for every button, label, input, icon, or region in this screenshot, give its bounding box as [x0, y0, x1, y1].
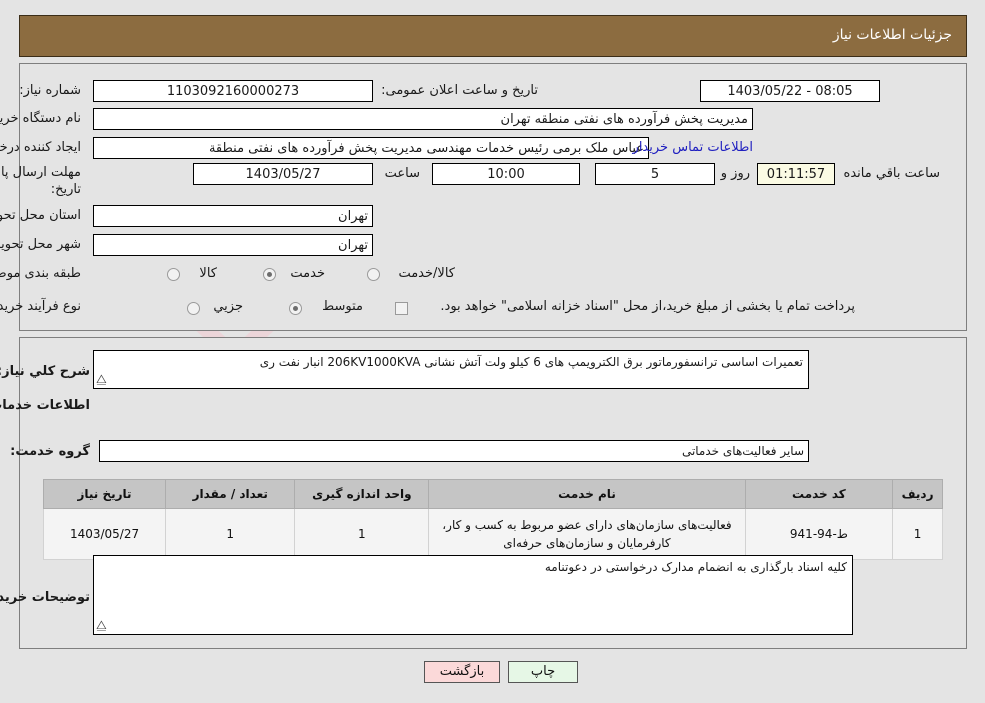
remaining-days-value: 5 [595, 163, 715, 185]
need-description-textarea[interactable]: تعمیرات اساسی ترانسفورماتور برق الکترویم… [93, 350, 809, 389]
need-description-value: تعمیرات اساسی ترانسفورماتور برق الکترویم… [259, 355, 803, 369]
cell-unit: 1 [294, 508, 430, 560]
request-creator-label: ایجاد کننده درخواست: [0, 140, 81, 155]
page-title-bar: جزئیات اطلاعات نیاز [19, 15, 967, 57]
services-section-title: اطلاعات خدمات مورد نیاز [0, 398, 90, 413]
radio-category-goods-service[interactable] [367, 268, 380, 281]
buyer-org-label: نام دستگاه خریدار: [0, 111, 81, 126]
radio-process-medium-label: متوسط [322, 299, 363, 314]
deadline-label: مهلت ارسال پاسخ: تا [0, 165, 81, 180]
buyer-org-value: مدیریت پخش فرآورده های نفتی منطقه تهران [93, 108, 753, 130]
print-button[interactable]: چاپ [508, 661, 578, 683]
radio-process-minor[interactable] [187, 302, 200, 315]
table-row: 1 ط-94-941 فعالیت‌های سازمان‌های دارای ع… [42, 508, 943, 560]
cell-need-date: 1403/05/27 [42, 508, 167, 560]
buyer-contact-link[interactable]: اطلاعات تماس خریدار [633, 140, 753, 155]
radio-process-medium[interactable] [289, 302, 302, 315]
radio-process-minor-label: جزیي [213, 299, 243, 314]
remaining-days-label: روز و [720, 166, 750, 181]
column-header-unit: واحد اندازه گیری [294, 479, 430, 509]
buyer-notes-value: کلیه اسناد بارگذاری به انضمام مدارک درخو… [544, 560, 847, 574]
announce-datetime-value: 08:05 - 1403/05/22 [700, 80, 880, 102]
delivery-city-label: شهر محل تحویل: [0, 237, 81, 252]
checkbox-islamic-treasury-bonds[interactable] [395, 302, 408, 315]
column-header-row: ردیف [892, 479, 943, 509]
radio-category-goods[interactable] [167, 268, 180, 281]
need-info-panel [19, 63, 967, 331]
page-title: جزئیات اطلاعات نیاز [832, 27, 952, 43]
resize-grip-icon[interactable]: ⧋ [96, 371, 107, 388]
column-header-code: کد خدمت [744, 479, 894, 509]
radio-category-service-label: خدمت [290, 266, 325, 281]
delivery-province-label: استان محل تحویل: [0, 208, 81, 223]
column-header-quantity: تعداد / مقدار [165, 479, 296, 509]
table-header-row: ردیف کد خدمت نام خدمت واحد اندازه گیری ت… [42, 479, 943, 509]
cell-row: 1 [892, 508, 943, 560]
resize-grip-icon-notes[interactable]: ⧋ [96, 617, 107, 634]
need-number-value: 1103092160000273 [93, 80, 373, 102]
countdown-timer-value: 01:11:57 [757, 163, 835, 185]
cell-quantity: 1 [165, 508, 296, 560]
announce-datetime-label: تاریخ و ساعت اعلان عمومی: [381, 83, 538, 98]
deadline-date-value: 1403/05/27 [193, 163, 373, 185]
cell-code: ط-94-941 [744, 508, 894, 560]
buyer-notes-label: توضیحات خریدار: [0, 590, 90, 605]
service-group-value: سایر فعالیت‌های خدماتی [99, 440, 809, 462]
column-header-need-date: تاریخ نیاز [42, 479, 167, 509]
islamic-treasury-bonds-text: پرداخت تمام یا بخشی از مبلغ خرید،از محل … [440, 299, 855, 314]
subject-category-label: طبقه بندی موضوعی: [0, 266, 81, 281]
deadline-time-value: 10:00 [432, 163, 580, 185]
radio-category-goods-label: کالا [199, 266, 217, 281]
radio-category-service[interactable] [263, 268, 276, 281]
buyer-notes-textarea[interactable]: کلیه اسناد بارگذاری به انضمام مدارک درخو… [93, 555, 853, 635]
column-header-name: نام خدمت [428, 479, 746, 509]
need-number-label: شماره نیاز: [19, 83, 81, 98]
deadline-label-second-line: تاریخ: [50, 182, 81, 197]
request-creator-value: عباس ملک برمی رئیس خدمات مهندسی مدیریت پ… [93, 137, 649, 159]
back-button[interactable]: بازگشت [424, 661, 500, 683]
service-group-label: گروه خدمت: [10, 444, 90, 459]
services-table: ردیف کد خدمت نام خدمت واحد اندازه گیری ت… [42, 479, 943, 560]
page-root: IraniTender.net جزئیات اطلاعات نیاز شمار… [0, 0, 985, 703]
delivery-province-value: تهران [93, 205, 373, 227]
cell-name: فعالیت‌های سازمان‌های دارای عضو مربوط به… [428, 508, 746, 560]
delivery-city-value: تهران [93, 234, 373, 256]
purchase-process-label: نوع فرآیند خرید : [0, 299, 81, 314]
radio-category-goods-service-label: کالا/خدمت [398, 266, 455, 281]
need-description-label: شرح کلي نیاز: [0, 364, 90, 379]
deadline-hour-label: ساعت [384, 166, 420, 181]
remaining-hours-label: ساعت باقي مانده [843, 166, 940, 181]
